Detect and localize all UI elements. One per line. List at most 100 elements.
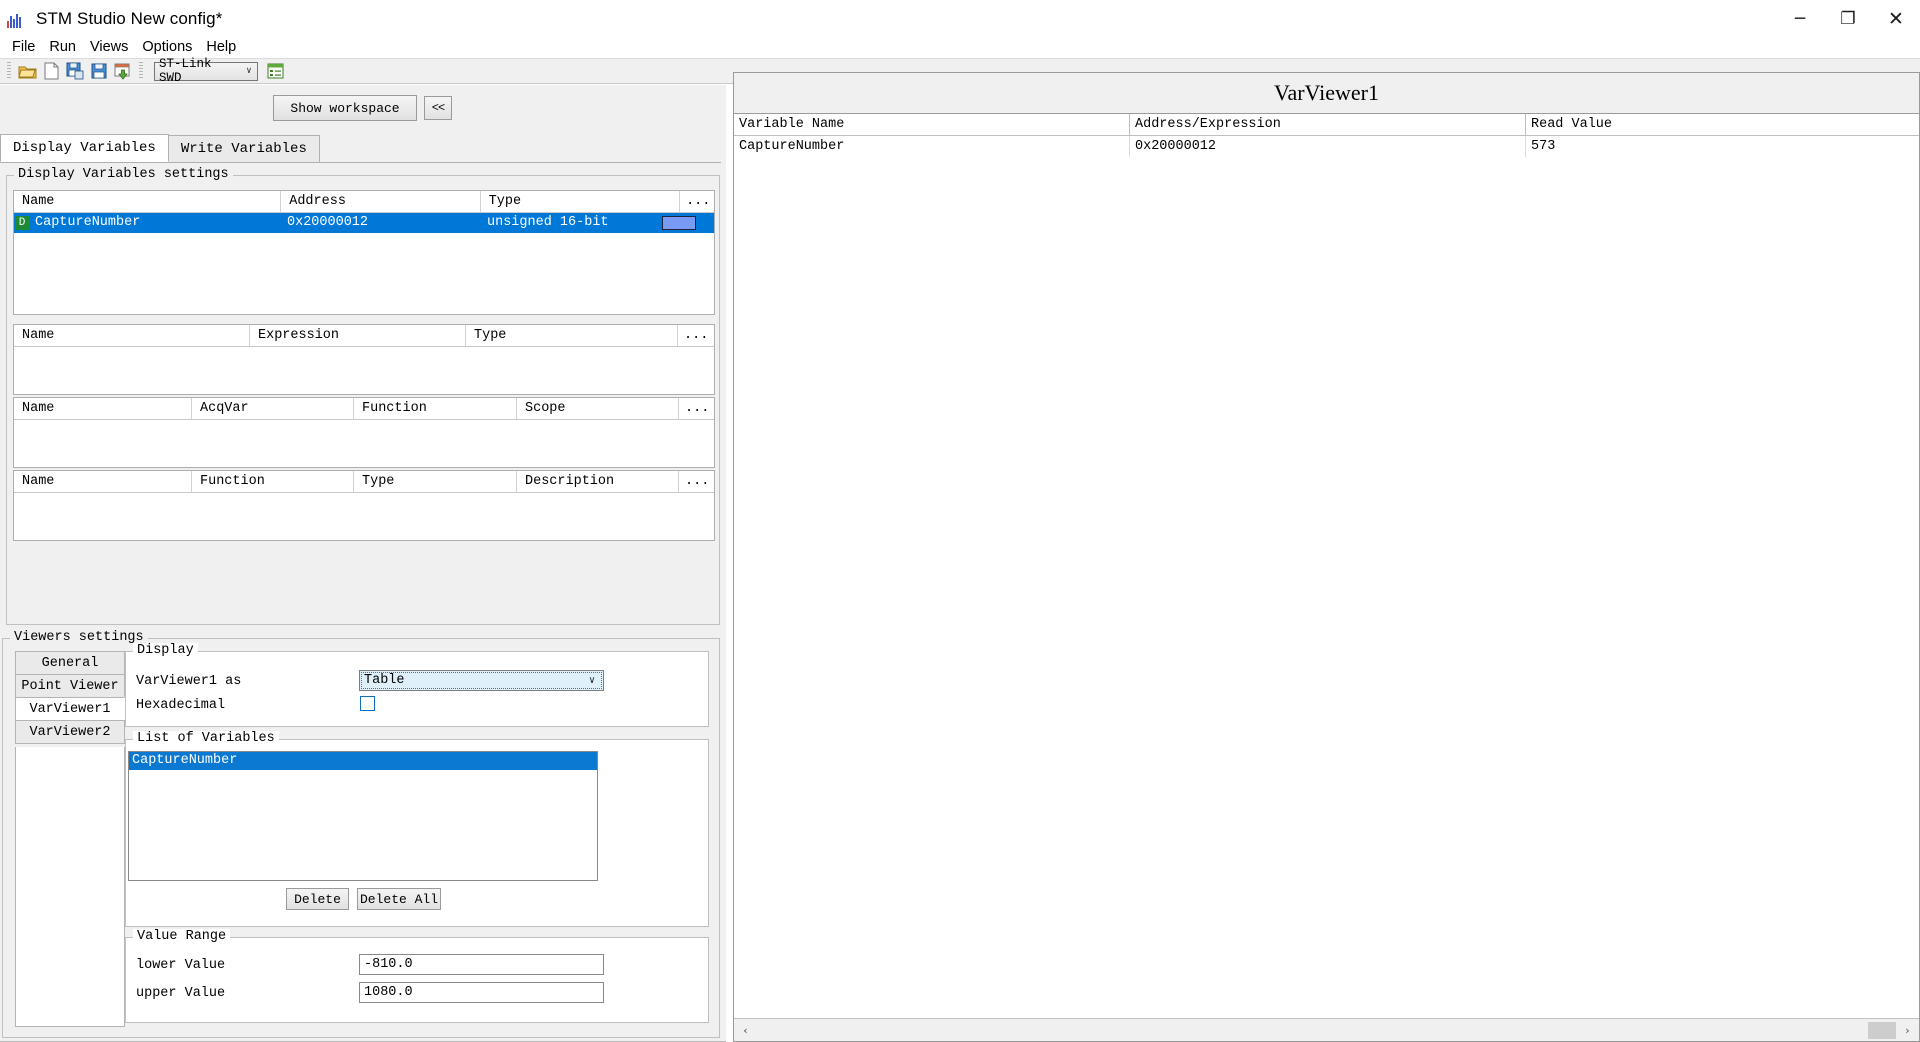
side-tab-general[interactable]: General [15, 651, 125, 675]
close-icon[interactable]: ✕ [1872, 0, 1920, 37]
menu-item-views[interactable]: Views [83, 37, 135, 58]
column-address-expression[interactable]: Address/Expression [1130, 114, 1526, 135]
scrollbar-track[interactable] [757, 1020, 1896, 1041]
minimize-icon[interactable]: ─ [1776, 0, 1824, 37]
delete-all-button[interactable]: Delete All [357, 888, 441, 910]
focus-ring [361, 672, 602, 689]
column-function[interactable]: Function [192, 471, 354, 492]
menu-item-run[interactable]: Run [42, 37, 83, 58]
expressions-table[interactable]: Name Expression Type ... [13, 324, 715, 395]
variables-list-legend: List of Variables [133, 731, 279, 746]
upper-value-input[interactable]: 1080.0 [359, 982, 604, 1003]
display-as-select[interactable]: Table ∨ [359, 670, 604, 691]
toolbar-grip[interactable] [7, 62, 11, 80]
scroll-left-icon[interactable]: ‹ [734, 1020, 757, 1041]
connection-value: ST-Link SWD [159, 57, 212, 85]
main-content: Show workspace << Display Variables Writ… [0, 72, 1920, 1042]
new-file-icon[interactable] [40, 60, 62, 82]
variables-listbox[interactable]: CaptureNumber [128, 751, 598, 881]
table-row[interactable]: CaptureNumber 0x20000012 573 [734, 136, 1919, 157]
column-type[interactable]: Type [354, 471, 517, 492]
column-address[interactable]: Address [281, 191, 481, 212]
variables-table-header: Name Address Type ... [14, 191, 714, 213]
side-tabs-filler [15, 747, 125, 1027]
variables-table[interactable]: Name Address Type ... D CaptureNumber 0x… [13, 190, 715, 315]
menu-bar: File Run Views Options Help [0, 37, 1920, 58]
column-more[interactable]: ... [679, 471, 714, 492]
column-name[interactable]: Name [14, 191, 282, 212]
display-group-legend: Display [133, 643, 198, 658]
variable-tabs: Display Variables Write Variables [0, 134, 722, 163]
window-title-bar: STM Studio New config* ─ ❐ ✕ [0, 0, 1920, 37]
column-more[interactable]: ... [680, 191, 714, 212]
cell-name: CaptureNumber [35, 215, 141, 230]
menu-item-file[interactable]: File [5, 37, 42, 58]
side-tab-varviewer1[interactable]: VarViewer1 [15, 697, 125, 721]
functions-table[interactable]: Name Function Type Description ... [13, 470, 715, 541]
column-acqvar[interactable]: AcqVar [192, 398, 354, 419]
toolbar-grip-2[interactable] [139, 62, 143, 80]
viewer-side-tabs: General Point Viewer VarViewer1 VarViewe… [15, 651, 125, 744]
column-scope[interactable]: Scope [517, 398, 679, 419]
connection-select[interactable]: ST-Link SWD ∨ [154, 57, 258, 85]
expressions-table-header: Name Expression Type ... [14, 325, 714, 347]
maximize-icon[interactable]: ❐ [1824, 0, 1872, 37]
viewers-settings-legend: Viewers settings [10, 630, 148, 645]
cell-variable-name: CaptureNumber [734, 136, 1130, 157]
column-description[interactable]: Description [517, 471, 679, 492]
window-controls: ─ ❐ ✕ [1776, 0, 1920, 37]
column-type[interactable]: Type [466, 325, 678, 346]
column-name[interactable]: Name [14, 398, 192, 419]
scroll-right-icon[interactable]: › [1896, 1020, 1919, 1041]
scrollbar-thumb[interactable] [1868, 1021, 1896, 1039]
display-badge-icon: D [15, 216, 29, 230]
left-panel-scroll-strip[interactable] [721, 85, 726, 1041]
lower-value-input[interactable]: -810.0 [359, 954, 604, 975]
cell-type: unsigned 16-bit [487, 215, 609, 230]
collapse-button[interactable]: << [424, 96, 452, 120]
hexadecimal-checkbox[interactable] [360, 696, 375, 711]
table-row[interactable]: D CaptureNumber 0x20000012 unsigned 16-b… [14, 213, 714, 233]
display-variables-settings-legend: Display Variables settings [14, 167, 233, 182]
list-actions: Delete Delete All [286, 888, 441, 910]
show-workspace-button[interactable]: Show workspace [273, 95, 417, 121]
delete-button[interactable]: Delete [286, 888, 349, 910]
side-tab-point-viewer[interactable]: Point Viewer [15, 674, 125, 698]
workspace-toolbar: Show workspace << [0, 93, 722, 123]
display-group: Display VarViewer1 as Table ∨ Hexadecima… [125, 643, 709, 727]
tab-display-variables[interactable]: Display Variables [0, 134, 169, 162]
hexadecimal-label: Hexadecimal [136, 698, 226, 713]
column-read-value[interactable]: Read Value [1526, 114, 1917, 135]
column-type[interactable]: Type [481, 191, 681, 212]
column-expression[interactable]: Expression [250, 325, 466, 346]
acqvar-table[interactable]: Name AcqVar Function Scope ... [13, 397, 715, 468]
var-viewer-header: Variable Name Address/Expression Read Va… [734, 114, 1919, 136]
save-as-icon[interactable] [64, 60, 86, 82]
bar-chart-logo-icon [7, 10, 29, 28]
cell-address: 0x20000012 [287, 215, 369, 230]
functions-table-header: Name Function Type Description ... [14, 471, 714, 493]
cell-read-value: 573 [1531, 139, 1556, 154]
window-title: STM Studio New config* [36, 8, 223, 28]
value-range-group: Value Range lower Value -810.0 upper Val… [125, 929, 709, 1023]
column-more[interactable]: ... [678, 325, 714, 346]
left-panel: Show workspace << Display Variables Writ… [0, 85, 726, 1042]
list-item[interactable]: CaptureNumber [129, 752, 597, 770]
color-swatch[interactable] [662, 216, 696, 230]
column-name[interactable]: Name [14, 471, 192, 492]
menu-item-options[interactable]: Options [135, 37, 199, 58]
viewers-settings-group: Viewers settings General Point Viewer Va… [2, 630, 720, 1038]
column-variable-name[interactable]: Variable Name [734, 114, 1130, 135]
open-folder-icon[interactable] [16, 60, 38, 82]
varviewer-as-label: VarViewer1 as [136, 674, 242, 689]
column-more[interactable]: ... [679, 398, 714, 419]
column-name[interactable]: Name [14, 325, 250, 346]
target-settings-icon[interactable] [264, 60, 286, 82]
side-tab-varviewer2[interactable]: VarViewer2 [15, 720, 125, 744]
column-function[interactable]: Function [354, 398, 517, 419]
import-icon[interactable] [112, 60, 134, 82]
tab-write-variables[interactable]: Write Variables [167, 135, 320, 162]
var-viewer-horizontal-scrollbar[interactable]: ‹ › [734, 1018, 1919, 1041]
menu-item-help[interactable]: Help [199, 37, 243, 58]
save-icon[interactable] [88, 60, 110, 82]
